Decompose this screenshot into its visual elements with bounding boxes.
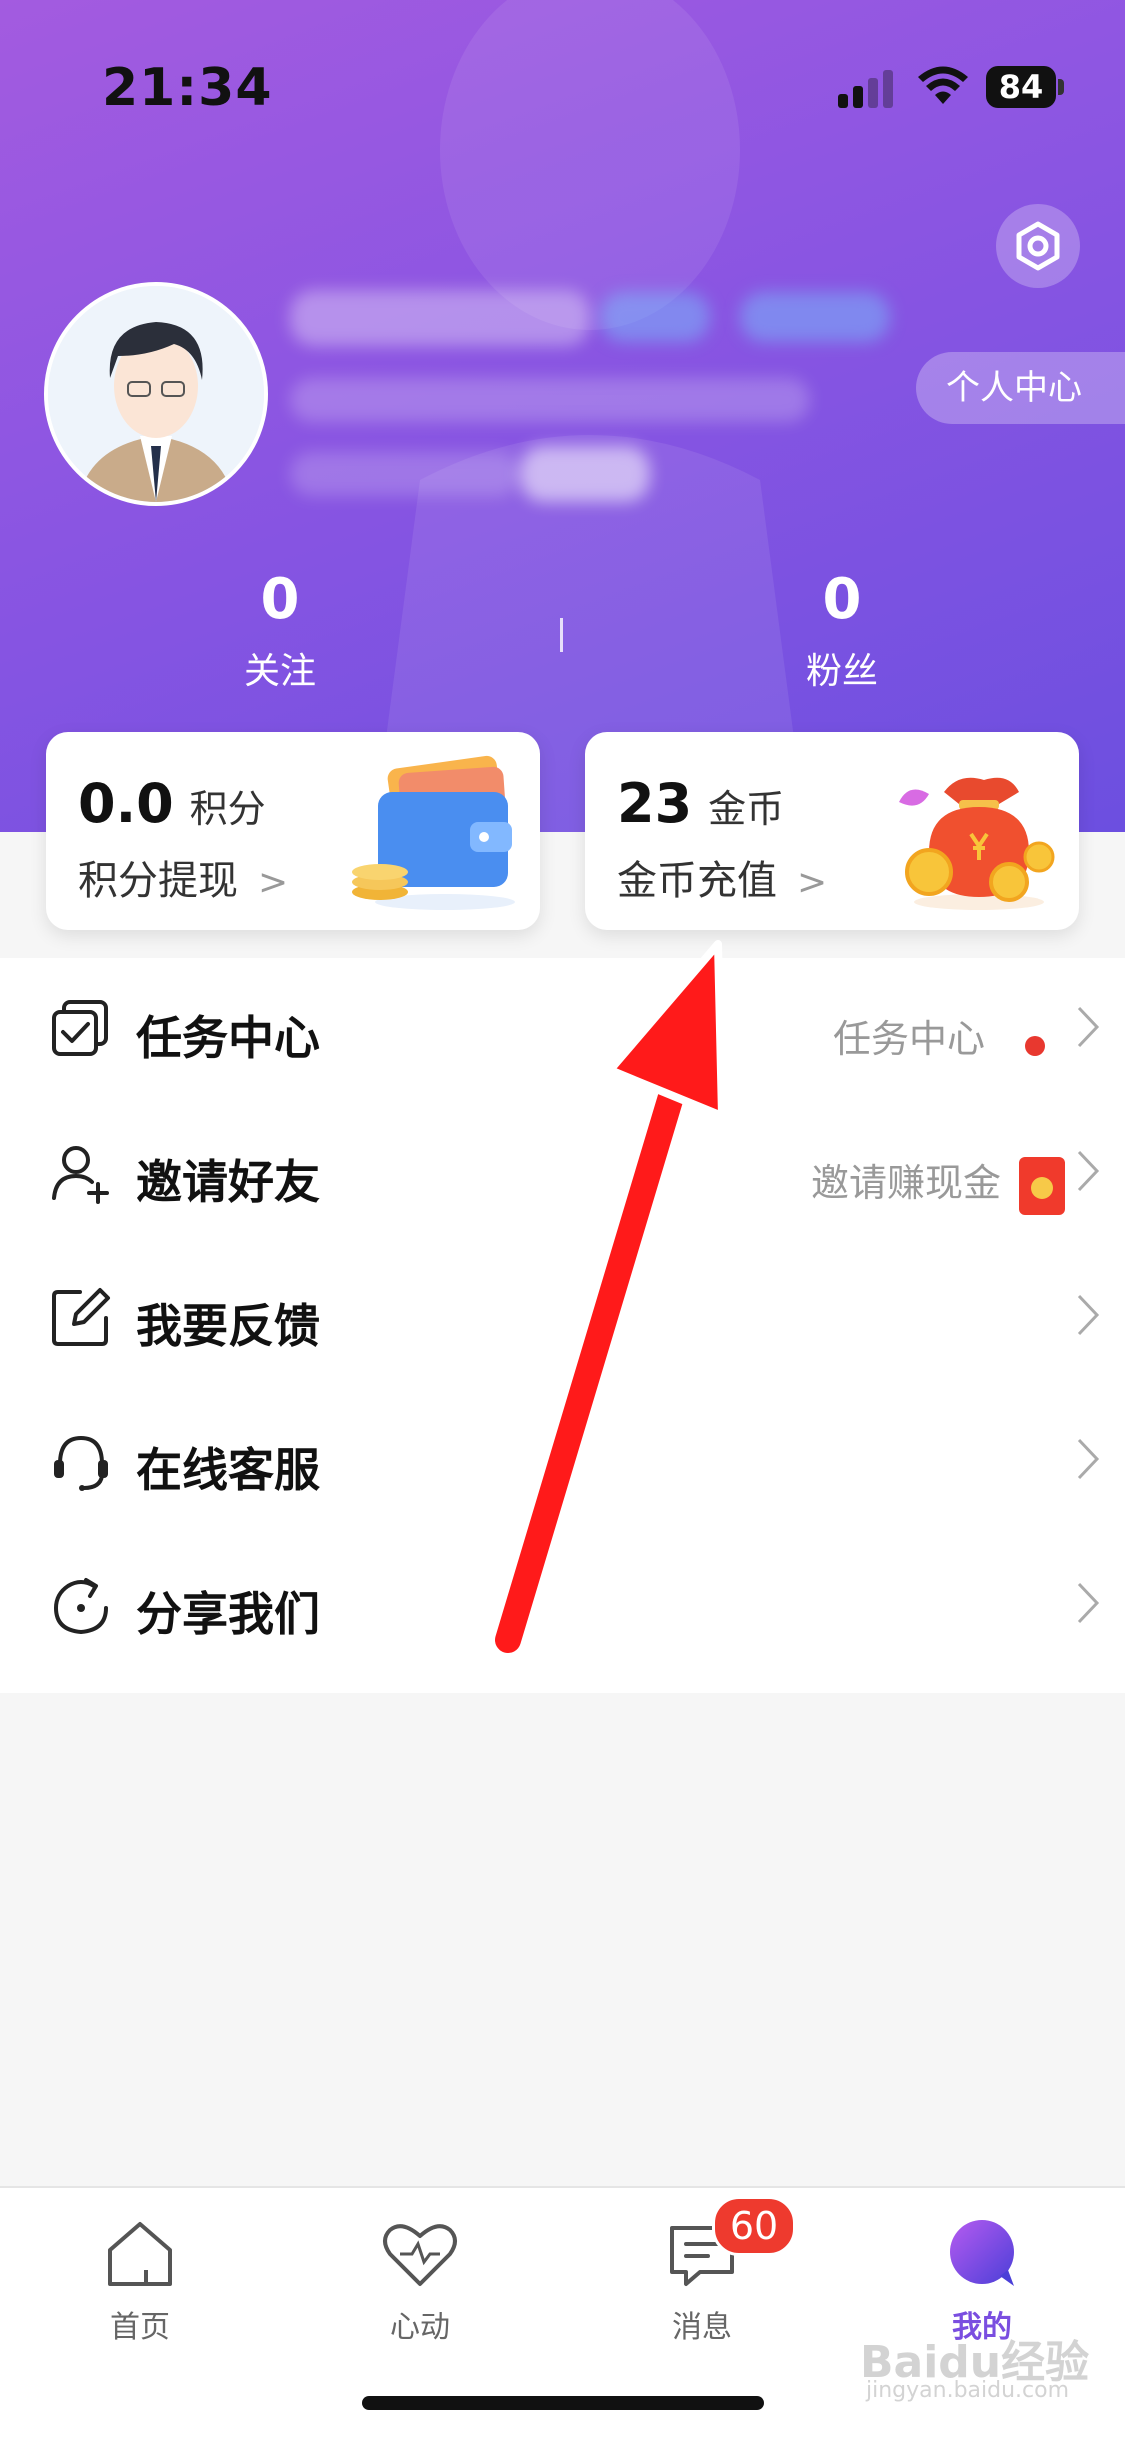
chevron-right-icon (1077, 1294, 1100, 1336)
tab-label: 心动 (390, 2310, 450, 2345)
chevron-right-icon (1077, 1150, 1100, 1192)
points-withdraw-label: 积分提现 (78, 858, 238, 904)
unread-badge: 60 (712, 2196, 796, 2256)
task-checklist-icon (52, 1000, 108, 1056)
coins-recharge-link[interactable]: 金币充值 > (617, 848, 827, 906)
profile-bubble-icon (950, 2220, 1014, 2286)
signature-blurred (290, 378, 810, 422)
battery-level: 84 (986, 66, 1056, 108)
watermark-url: jingyan.baidu.com (866, 2378, 1070, 2403)
status-time: 21:34 (102, 58, 273, 118)
chevron-right-icon: > (258, 862, 289, 903)
menu-item-invite-friends[interactable]: 邀请好友 邀请赚现金 (0, 1102, 1125, 1246)
tag-blurred (520, 446, 650, 502)
home-icon (108, 2222, 172, 2286)
chevron-right-icon: > (797, 862, 828, 903)
avatar-illustration (48, 286, 264, 502)
following-count: 0 (260, 567, 300, 632)
points-withdraw-link[interactable]: 积分提现 > (78, 848, 288, 906)
followers-label: 粉丝 (805, 651, 878, 692)
status-bar: 21:34 84 (0, 0, 1125, 150)
following-stat[interactable]: 0 关注 (160, 568, 400, 694)
points-card[interactable]: 0.0 积分 积分提现 > (46, 732, 540, 930)
tab-home[interactable]: 首页 (50, 2214, 230, 2364)
avatar[interactable] (44, 282, 268, 506)
menu-label: 任务中心 (136, 1011, 320, 1065)
menu-label: 我要反馈 (136, 1299, 320, 1353)
menu-hint: 任务中心 (832, 1017, 985, 1061)
battery-icon: 84 (986, 66, 1064, 108)
menu-item-feedback[interactable]: 我要反馈 (0, 1246, 1125, 1390)
tab-label: 消息 (672, 2310, 732, 2345)
settings-hexagon-icon (1016, 221, 1060, 271)
tab-label: 首页 (110, 2310, 170, 2345)
menu-item-customer-service[interactable]: 在线客服 (0, 1390, 1125, 1534)
username-blurred (290, 290, 590, 346)
share-refresh-icon (53, 1578, 108, 1635)
followers-stat[interactable]: 0 粉丝 (722, 568, 962, 694)
coins-recharge-label: 金币充值 (617, 858, 777, 904)
stat-divider (560, 618, 563, 652)
coins-unit: 金币 (708, 787, 785, 831)
notification-dot (1025, 1036, 1045, 1056)
menu-label: 邀请好友 (136, 1155, 320, 1209)
info-blurred (290, 452, 520, 496)
points-value: 0.0 (78, 772, 174, 835)
chevron-right-icon (1077, 1582, 1100, 1624)
menu-list: 任务中心 任务中心 邀请好友 邀请赚现金 我要反馈 在线客服 分享我们 (0, 958, 1125, 1693)
wallet-icon (352, 755, 515, 910)
coins-value: 23 (617, 772, 693, 835)
menu-label: 分享我们 (136, 1587, 320, 1641)
menu-label: 在线客服 (136, 1443, 320, 1497)
wifi-icon (918, 66, 968, 104)
add-user-icon (52, 1146, 109, 1204)
heartbeat-icon (383, 2224, 457, 2286)
followers-count: 0 (822, 567, 862, 632)
badge-blurred (600, 292, 710, 342)
money-bag-icon (899, 777, 1055, 910)
personal-center-button[interactable]: 个人中心 (916, 352, 1125, 424)
coins-card[interactable]: 23 金币 金币充值 > (585, 732, 1079, 930)
profile-header: 21:34 84 个人中心 0 关注 0 粉丝 (0, 0, 1125, 832)
points-unit: 积分 (189, 787, 266, 831)
red-envelope-icon (1019, 1156, 1065, 1215)
menu-item-task-center[interactable]: 任务中心 任务中心 (0, 958, 1125, 1102)
badge-blurred (740, 292, 890, 342)
menu-item-share[interactable]: 分享我们 (0, 1534, 1125, 1678)
chevron-right-icon (1077, 1438, 1100, 1480)
settings-button[interactable] (996, 204, 1080, 288)
edit-feedback-icon (52, 1288, 110, 1346)
tab-messages[interactable]: 消息 60 (612, 2196, 796, 2364)
following-label: 关注 (243, 651, 316, 692)
cellular-signal-icon (838, 68, 898, 108)
menu-hint: 邀请赚现金 (810, 1161, 1001, 1205)
headset-icon (54, 1435, 108, 1491)
home-indicator (362, 2396, 764, 2410)
tab-heartbeat[interactable]: 心动 (330, 2214, 510, 2364)
chevron-right-icon (1077, 1006, 1100, 1048)
